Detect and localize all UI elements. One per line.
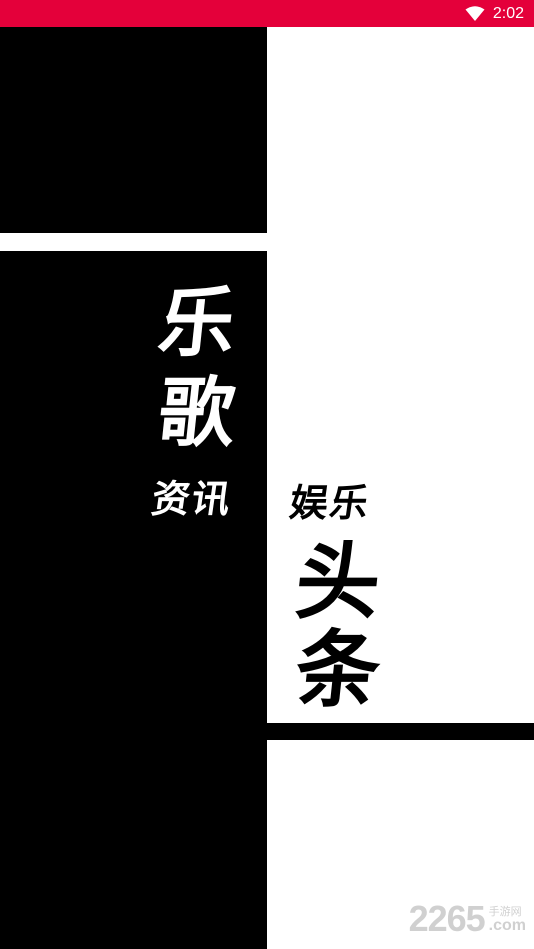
wifi-icon [465,6,485,22]
watermark-side: 手游网 .com [488,905,526,937]
status-indicators: 2:02 [465,4,524,24]
watermark-number: 2265 [408,898,486,939]
headline-char: 条 [290,620,386,719]
subtitle-left: 资讯 [148,476,236,521]
black-block-top-left [0,27,267,233]
status-time: 2:02 [492,5,524,22]
watermark-domain: .com [488,917,526,934]
app-title: 乐 歌 [152,278,242,457]
subtitle-right: 娱乐 [286,480,374,525]
headline-char: 头 [290,532,386,631]
splash-screen: 2:02 乐 歌 资讯 娱乐 头 条 2265 手游网 .com [0,0,534,949]
site-watermark: 2265 手游网 .com [409,901,526,937]
headline: 头 条 [283,532,393,719]
black-divider-bar [267,723,534,740]
app-title-char: 歌 [154,368,240,457]
app-title-char: 乐 [154,278,240,367]
status-bar: 2:02 [0,0,534,27]
